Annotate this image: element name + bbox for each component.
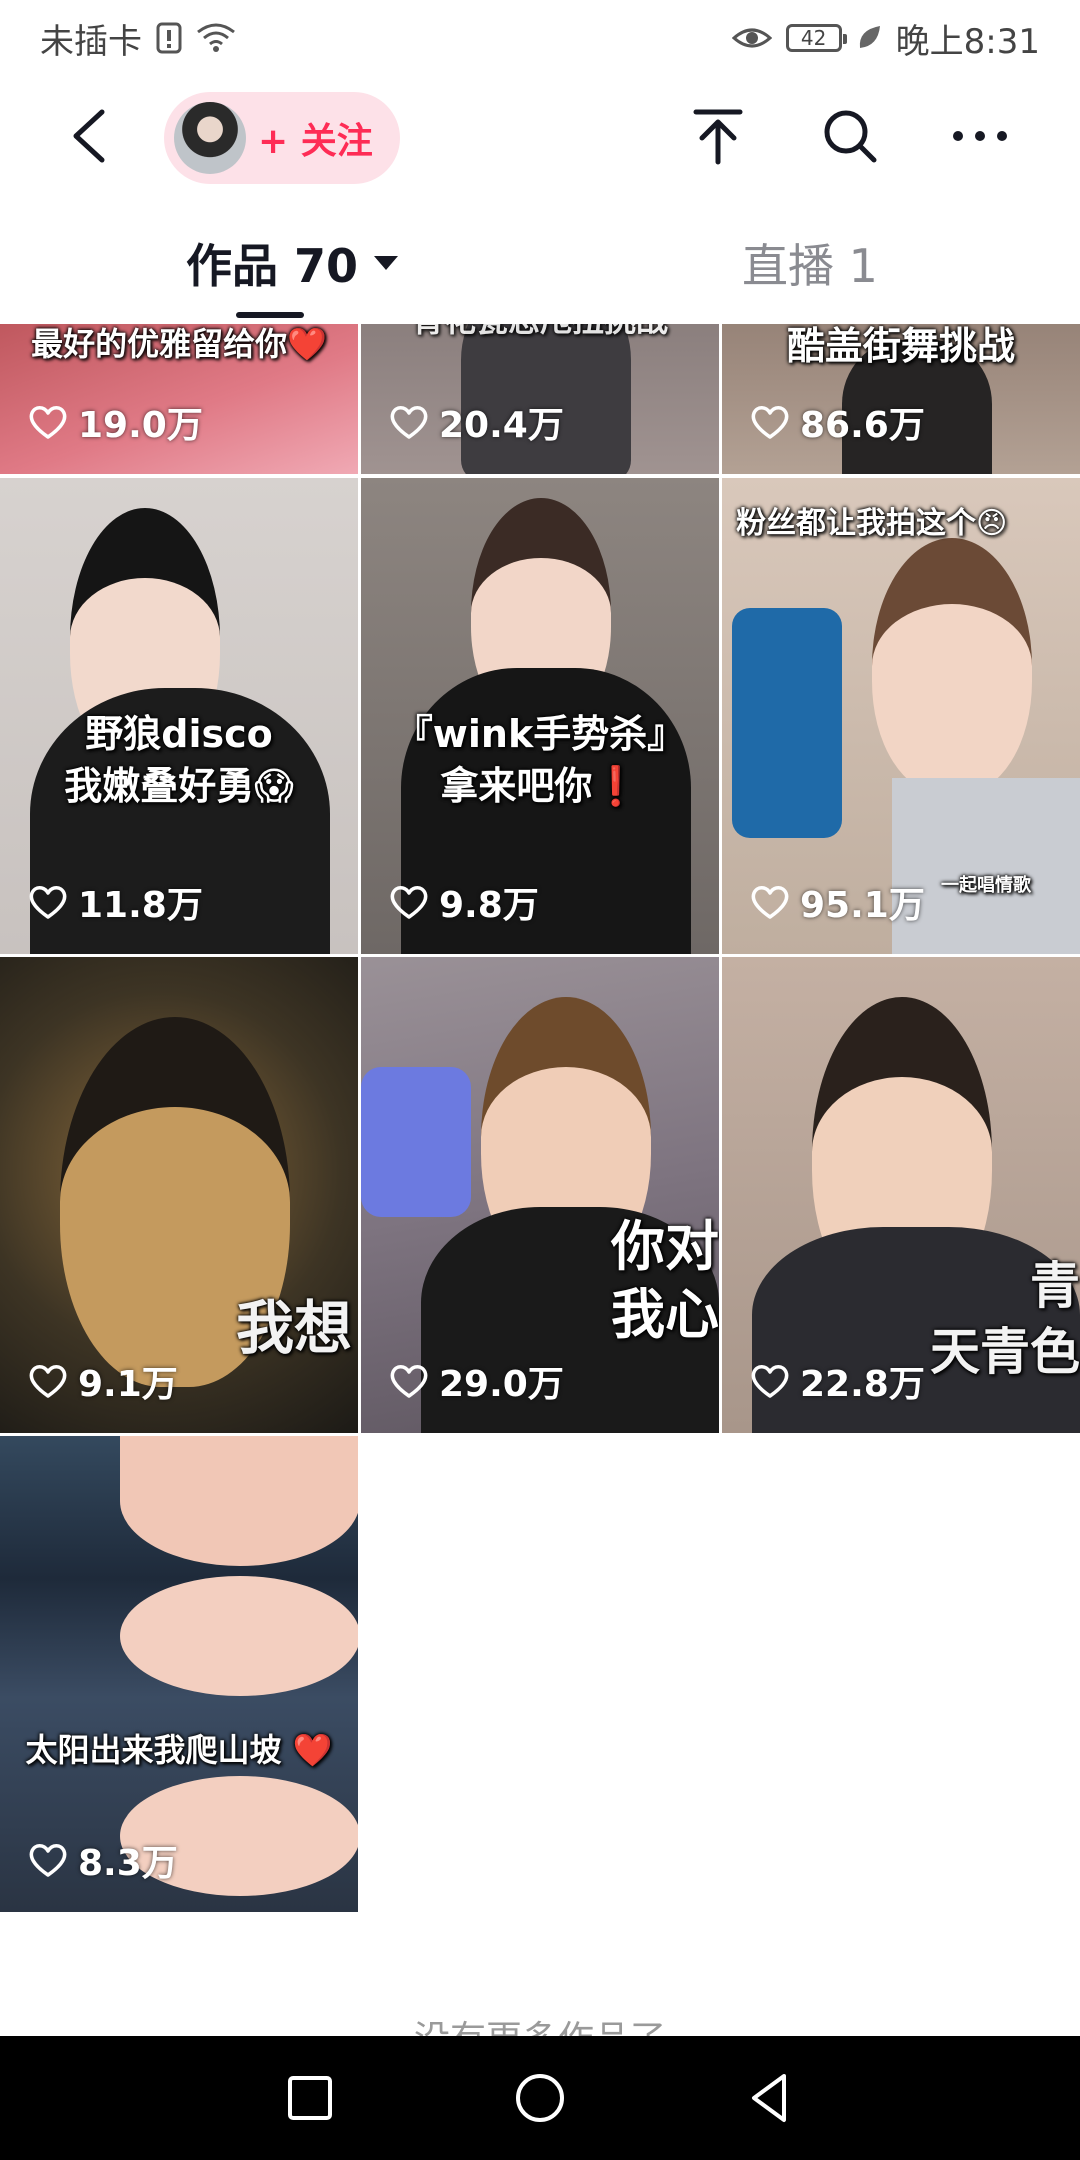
clock-text: 晚上8:31 — [895, 21, 1040, 62]
video-caption: 青花瓷恋甩扭挑战 — [361, 324, 719, 346]
home-button[interactable] — [508, 2066, 572, 2130]
video-tile[interactable]: 最好的优雅留给你❤️ 19.0万 — [0, 324, 358, 474]
status-bar: 未插卡 42 晚上8:31 — [0, 0, 1080, 76]
like-count-text: 29.0万 — [439, 1364, 564, 1405]
like-count: 19.0万 — [28, 396, 203, 448]
search-icon — [824, 110, 877, 163]
video-caption: 酷盖街舞挑战 — [786, 324, 1015, 368]
like-count: 29.0万 — [389, 1355, 564, 1407]
back-to-top-button[interactable] — [686, 104, 750, 168]
video-tile[interactable]: 我想 9.1万 — [0, 957, 358, 1433]
video-tile[interactable]: 青花瓷恋甩扭挑战 20.4万 — [361, 324, 719, 474]
video-tile[interactable]: 青 天青色 22.8万 — [722, 957, 1080, 1433]
battery-indicator: 42 — [785, 24, 847, 52]
leaf-icon — [856, 24, 882, 52]
tab-works[interactable]: 作品 70 — [186, 230, 399, 296]
more-icon — [953, 131, 1007, 141]
video-thumbnail-figure — [120, 1576, 358, 1696]
like-count-text: 22.8万 — [800, 1364, 925, 1405]
tab-live-label: 直播 1 — [742, 239, 878, 293]
video-thumbnail-figure — [120, 1436, 358, 1566]
heart-icon — [390, 406, 428, 439]
like-count: 86.6万 — [750, 396, 925, 448]
video-caption: 太阳出来我爬山坡 ❤️ — [25, 1731, 333, 1769]
like-count: 22.8万 — [750, 1355, 925, 1407]
video-caption: 粉丝都让我拍这个😠 — [736, 506, 1008, 541]
like-count-text: 86.6万 — [800, 405, 925, 446]
like-count: 9.1万 — [28, 1355, 178, 1407]
video-caption: 最好的优雅留给你❤️ — [31, 325, 327, 363]
eye-comfort-icon — [731, 24, 772, 52]
back-arrow-icon — [73, 109, 105, 163]
like-count-text: 20.4万 — [439, 405, 564, 446]
heart-icon — [751, 1365, 789, 1398]
like-count: 11.8万 — [28, 876, 203, 928]
heart-icon — [29, 406, 67, 439]
video-tile[interactable]: 太阳出来我爬山坡 ❤️ 8.3万 — [0, 1436, 358, 1912]
video-caption: 我想 — [235, 1294, 352, 1362]
recents-button[interactable] — [278, 2066, 342, 2130]
heart-icon — [390, 1365, 428, 1398]
heart-icon — [751, 886, 789, 919]
video-tile[interactable]: 野狼disco 我嫩叠好勇😱 11.8万 — [0, 478, 358, 954]
wifi-icon — [196, 22, 236, 54]
like-count: 95.1万 — [750, 876, 925, 928]
video-thumbnail-sleeve — [361, 1067, 471, 1217]
system-navigation-bar — [0, 2036, 1080, 2160]
video-tile[interactable]: 『wink手势杀』 拿来吧你❗ 9.8万 — [361, 478, 719, 954]
video-tile[interactable]: 你对 我心 29.0万 — [361, 957, 719, 1433]
like-count-text: 8.3万 — [78, 1843, 178, 1884]
status-left: 未插卡 — [40, 14, 236, 63]
square-icon — [288, 2076, 332, 2120]
tab-bar: 作品 70 直播 1 — [0, 216, 1080, 324]
heart-icon — [29, 886, 67, 919]
triangle-back-icon — [752, 2074, 786, 2122]
like-count-text: 19.0万 — [78, 405, 203, 446]
like-count-text: 9.1万 — [78, 1364, 178, 1405]
like-count-text: 11.8万 — [78, 885, 203, 926]
like-count-text: 95.1万 — [800, 885, 925, 926]
video-caption: 『wink手势杀』 拿来吧你❗ — [394, 712, 686, 808]
active-tab-indicator — [236, 312, 304, 318]
circle-icon — [516, 2074, 564, 2122]
video-caption: 你对 我心 — [611, 1215, 719, 1346]
like-count: 20.4万 — [389, 396, 564, 448]
tab-works-label: 作品 70 — [186, 239, 359, 293]
more-button[interactable] — [948, 104, 1012, 168]
like-count: 8.3万 — [28, 1834, 178, 1886]
sim-alert-icon — [156, 22, 182, 54]
caret-down-icon — [374, 256, 399, 270]
back-button[interactable] — [60, 104, 124, 168]
video-thumbnail-phone — [732, 608, 842, 838]
heart-icon — [29, 1365, 67, 1398]
back-nav-button[interactable] — [738, 2066, 802, 2130]
like-count-text: 9.8万 — [439, 885, 539, 926]
heart-icon — [751, 406, 789, 439]
profile-works-screen: 未插卡 42 晚上8:31 + 关注 作品 70 直播 1 最好的优雅留给你❤️… — [0, 0, 1080, 2160]
video-thumbnail-figure — [872, 538, 1032, 794]
video-caption: 野狼disco 我嫩叠好勇😱 — [64, 712, 294, 808]
video-tile[interactable]: 粉丝都让我拍这个😠 一起唱情歌 95.1万 — [722, 478, 1080, 954]
follow-button[interactable]: + 关注 — [164, 92, 400, 184]
tab-live[interactable]: 直播 1 — [742, 230, 878, 296]
follow-label: + 关注 — [258, 121, 373, 162]
heart-icon — [29, 1844, 67, 1877]
like-count: 9.8万 — [389, 876, 539, 928]
status-right: 42 晚上8:31 — [731, 14, 1040, 63]
carrier-text: 未插卡 — [40, 21, 142, 62]
upload-top-icon — [693, 109, 743, 165]
heart-icon — [390, 886, 428, 919]
search-button[interactable] — [818, 104, 882, 168]
video-grid: 最好的优雅留给你❤️ 19.0万 青花瓷恋甩扭挑战 20.4万 酷盖街舞挑战 8… — [0, 324, 1080, 1936]
video-tile[interactable]: 酷盖街舞挑战 86.6万 — [722, 324, 1080, 474]
avatar — [174, 102, 246, 174]
top-header: + 关注 — [0, 76, 1080, 200]
